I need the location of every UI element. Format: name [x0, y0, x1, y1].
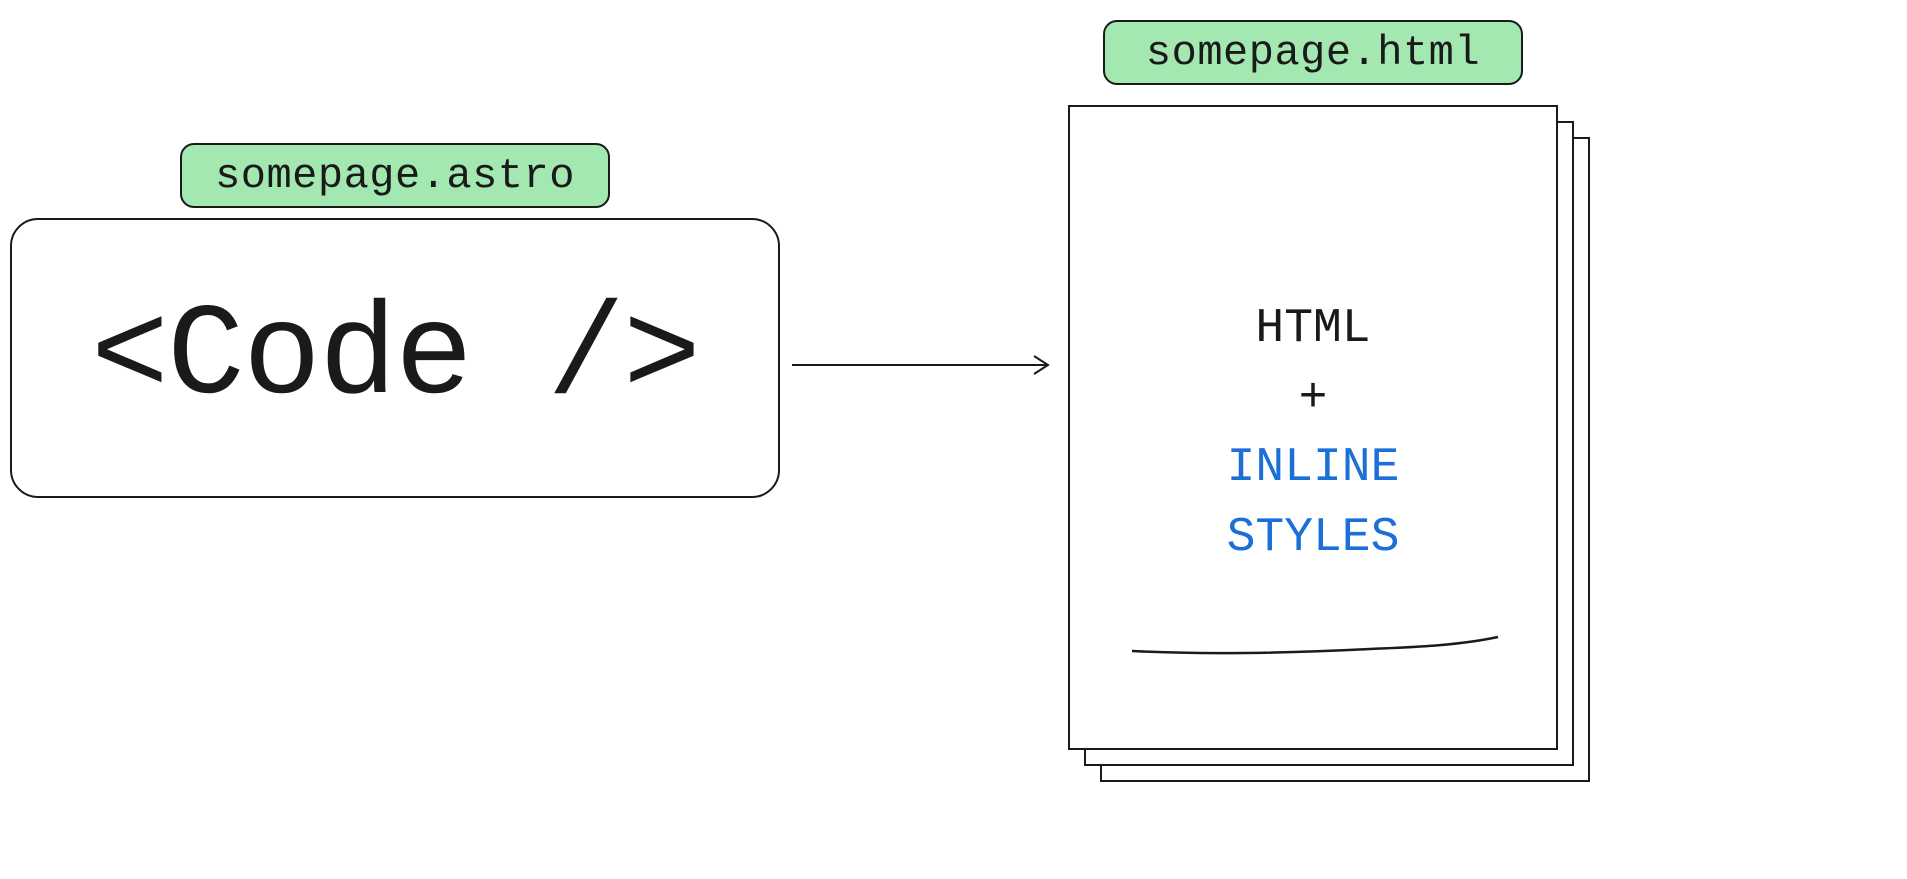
squiggle-underline-icon	[1130, 633, 1500, 663]
page-front: HTML + INLINE STYLES	[1068, 105, 1558, 750]
arrow-icon	[790, 350, 1060, 380]
input-file-label-text: somepage.astro	[215, 152, 575, 200]
input-code-box: <Code />	[10, 218, 780, 498]
output-file-label: somepage.html	[1103, 20, 1523, 85]
output-line-styles: STYLES	[1070, 504, 1556, 574]
input-file-label: somepage.astro	[180, 143, 610, 208]
diagram-canvas: somepage.astro <Code /> somepage.html HT…	[0, 0, 1907, 879]
output-line-inline: INLINE	[1070, 434, 1556, 504]
page-content: HTML + INLINE STYLES	[1070, 295, 1556, 573]
input-code-content: <Code />	[91, 285, 699, 432]
output-line-html: HTML	[1070, 295, 1556, 365]
output-file-label-text: somepage.html	[1146, 29, 1480, 77]
output-line-plus: +	[1070, 365, 1556, 435]
